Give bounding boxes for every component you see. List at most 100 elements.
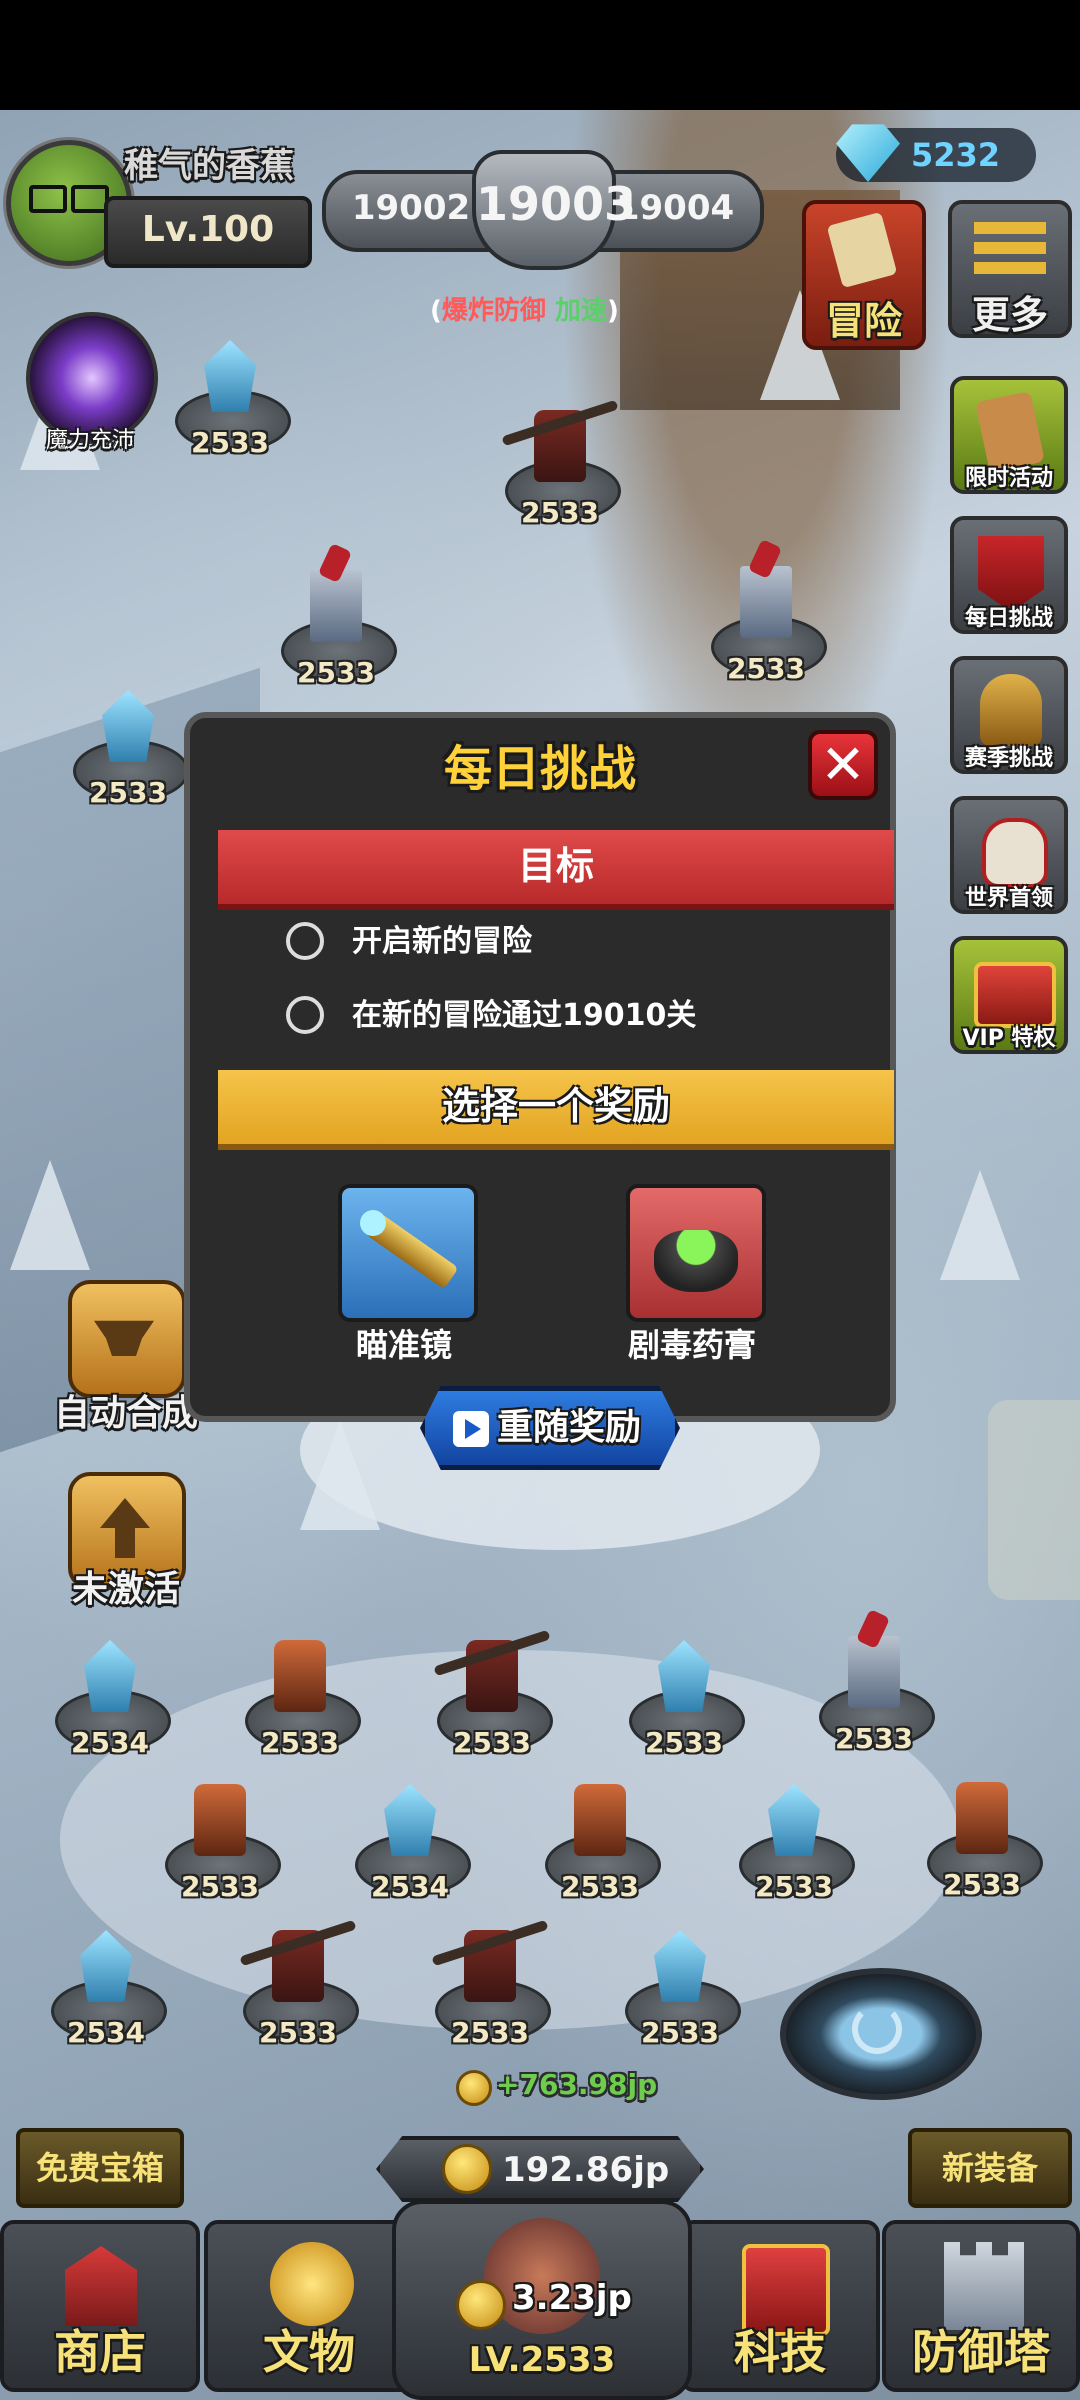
tower-level: 2533 — [521, 496, 599, 529]
grid-tower-ice[interactable]: 2533 — [620, 1920, 741, 2049]
tower-level: 2533 — [261, 1726, 339, 1759]
tower-cannon[interactable]: 2533 — [276, 560, 397, 689]
nav-artifacts[interactable]: 文物 — [204, 2220, 414, 2392]
lens-icon — [360, 1210, 386, 1236]
side-label: VIP 特权 — [962, 1026, 1056, 1051]
stage-current: 19003 — [472, 150, 636, 270]
tower-level: 2533 — [89, 776, 167, 809]
tower-cannon[interactable]: 2533 — [706, 556, 827, 685]
recycle-icon — [852, 2004, 902, 2054]
shop-icon — [65, 2246, 137, 2326]
map-scroll-icon — [826, 211, 898, 289]
reroll-reward-button[interactable]: 重随奖励 — [420, 1386, 680, 1470]
new-equipment-button[interactable]: 新装备 — [908, 2128, 1072, 2208]
gold-amount: 192.86jp — [502, 2150, 670, 2190]
nav-label: 防御塔 — [912, 2325, 1050, 2379]
side-label: 限时活动 — [964, 466, 1053, 491]
reward-label: 剧毒药膏 — [627, 1326, 756, 1364]
grid-tower-fire[interactable]: 2533 — [240, 1630, 361, 1759]
grid-tower-fire[interactable]: 2533 — [540, 1774, 661, 1903]
chest-icon — [974, 962, 1056, 1028]
tower-level: 2533 — [943, 1868, 1021, 1901]
menu-list-icon — [974, 222, 1046, 278]
tower-level: 2533 — [191, 426, 269, 459]
tower-level: 2534 — [67, 2016, 145, 2049]
recycle-pad[interactable] — [780, 1968, 982, 2100]
poison-cauldron-icon — [654, 1230, 738, 1292]
grid-tower-ice[interactable]: 2534 — [350, 1774, 471, 1903]
nav-label: 科技 — [734, 2325, 826, 2379]
radio-empty-icon — [286, 995, 324, 1034]
grid-tower-crossbow[interactable]: 2533 — [430, 1920, 551, 2049]
video-play-icon — [453, 1411, 489, 1447]
reroll-label: 重随奖励 — [497, 1407, 642, 1448]
grid-tower-crossbow[interactable]: 2533 — [238, 1920, 359, 2049]
free-chest-button[interactable]: 免费宝箱 — [16, 2128, 184, 2208]
tower-level: 2533 — [641, 2016, 719, 2049]
tower-level: 2534 — [371, 1870, 449, 1903]
objective-item: 在新的冒险通过19010关 — [286, 992, 696, 1040]
more-button[interactable]: 更多 — [948, 200, 1072, 338]
auto-merge-button[interactable] — [68, 1280, 186, 1398]
gold-counter: 192.86jp — [376, 2136, 704, 2202]
side-drawer-tab[interactable] — [988, 1400, 1080, 1600]
buy-tower-button[interactable]: 3.23jp LV.2533 — [392, 2200, 692, 2400]
tower-level: 2533 — [297, 656, 375, 689]
reward-option-spyglass[interactable] — [338, 1184, 478, 1322]
coin-icon — [442, 2144, 492, 2194]
nav-shop[interactable]: 商店 — [0, 2220, 200, 2392]
artifact-icon — [270, 2242, 354, 2326]
grid-tower-ice[interactable]: 2534 — [50, 1630, 171, 1759]
grid-tower-crossbow[interactable]: 2533 — [432, 1630, 553, 1759]
daily-challenge-dialog: 每日挑战 ✕ 目标 开启新的冒险 在新的冒险通过19010关 选择一个奖励 瞄准… — [184, 712, 896, 1470]
radio-empty-icon — [286, 921, 324, 960]
grid-tower-ice[interactable]: 2534 — [46, 1920, 167, 2049]
adventure-label: 冒险 — [825, 299, 902, 343]
tower-level: 2533 — [561, 1870, 639, 1903]
tower-crossbow[interactable]: 2533 — [500, 400, 621, 529]
modifier-paren: ( — [430, 296, 442, 326]
pine-tree — [10, 1160, 90, 1270]
grid-tower-fire[interactable]: 2533 — [922, 1772, 1043, 1901]
pine-tree — [940, 1170, 1020, 1280]
close-icon: ✕ — [820, 733, 866, 796]
upgrade-arrow-icon — [100, 1498, 150, 1558]
helmet-icon — [980, 674, 1042, 746]
objective-text: 在新的冒险通过19010关 — [352, 998, 697, 1033]
grid-tower-ice[interactable]: 2533 — [734, 1774, 855, 1903]
grid-tower-fire[interactable]: 2533 — [160, 1774, 281, 1903]
nav-towers[interactable]: 防御塔 — [882, 2220, 1080, 2392]
grid-tower-ice[interactable]: 2533 — [624, 1630, 745, 1759]
coin-icon — [456, 2070, 492, 2106]
nav-label: 商店 — [54, 2325, 146, 2379]
nav-tech[interactable]: 科技 — [680, 2220, 880, 2392]
adventure-button[interactable]: 冒险 — [802, 200, 926, 350]
modifier-explosion-defense: 爆炸防御 — [441, 296, 546, 326]
modifier-speedup: 加速 — [554, 296, 607, 326]
reward-option-poison[interactable] — [626, 1184, 766, 1322]
tower-level: 2533 — [453, 1726, 531, 1759]
mana-label: 魔力充沛 — [45, 428, 134, 453]
glasses-icon — [29, 185, 109, 213]
player-name: 稚气的香蕉 — [124, 146, 294, 186]
pine-tree — [300, 1420, 380, 1530]
tower-level: 2533 — [835, 1722, 913, 1755]
objective-item: 开启新的冒险 — [286, 918, 532, 966]
dialog-title: 每日挑战 — [443, 741, 636, 797]
tower-ice[interactable]: 2533 — [170, 330, 291, 459]
buy-cost: 3.23jp — [512, 2278, 632, 2318]
tower-ice[interactable]: 2533 — [68, 680, 189, 809]
tower-level: 2533 — [181, 1870, 259, 1903]
side-label: 世界首领 — [964, 886, 1053, 911]
nav-label: 文物 — [263, 2325, 355, 2379]
tower-level: 2533 — [259, 2016, 337, 2049]
tower-level: 2533 — [645, 1726, 723, 1759]
inactive-label: 未激活 — [71, 1569, 180, 1610]
grid-tower-cannon[interactable]: 2533 — [814, 1626, 935, 1755]
side-label: 赛季挑战 — [964, 746, 1053, 771]
close-button[interactable]: ✕ — [808, 730, 878, 800]
tower-level: 2533 — [755, 1870, 833, 1903]
floating-income: +763.98jp — [496, 2068, 658, 2101]
skull-icon — [982, 818, 1048, 888]
buy-level: LV.2533 — [468, 2340, 616, 2380]
